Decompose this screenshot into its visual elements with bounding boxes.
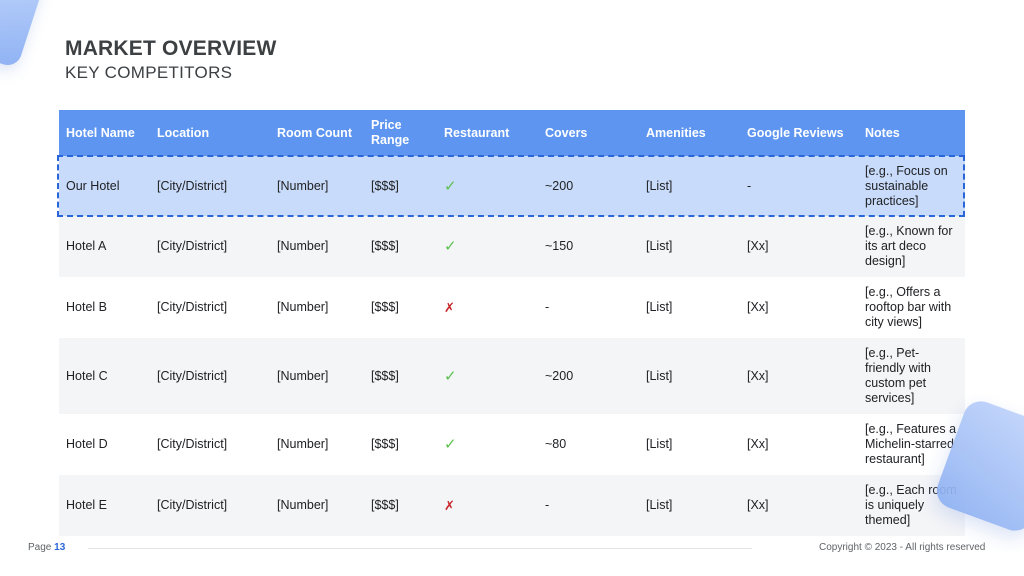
cell-amenities: [List]: [646, 178, 673, 193]
cell-room-count: [Number]: [277, 300, 329, 314]
cell-price-range: [$$$]: [371, 300, 399, 314]
cell-hotel-name: Hotel A: [66, 239, 107, 253]
cell-hotel-name: Hotel B: [66, 300, 107, 314]
cell-covers: ~200: [545, 368, 574, 383]
cell-price-range: [$$$]: [371, 437, 399, 451]
check-icon: ✓: [444, 436, 457, 453]
cell-notes: [e.g., Known for its art deco design]: [865, 224, 953, 268]
cell-google-reviews: [Xx]: [747, 300, 769, 314]
cell-amenities: [List]: [646, 239, 673, 253]
cell-price-range: [$$$]: [371, 368, 399, 383]
decorative-shape-top-left: [0, 0, 48, 69]
cell-covers: -: [545, 498, 550, 512]
cell-google-reviews: [Xx]: [747, 368, 769, 383]
cell-google-reviews: -: [747, 178, 752, 193]
column-header-covers: Covers: [545, 125, 588, 140]
column-header-price-range: Price Range: [371, 118, 410, 147]
cell-hotel-name: Our Hotel: [66, 178, 120, 193]
column-header-hotel-name: Hotel Name: [66, 125, 135, 140]
copyright-text: Copyright © 2023 - All rights reserved: [819, 542, 986, 553]
cell-room-count: [Number]: [277, 239, 329, 253]
cell-google-reviews: [Xx]: [747, 437, 769, 451]
cell-notes: [e.g., Pet-friendly with custom pet serv…: [865, 346, 931, 405]
cell-location: [City/District]: [157, 300, 228, 314]
cell-hotel-name: Hotel D: [66, 437, 108, 451]
cell-price-range: [$$$]: [371, 178, 399, 193]
cell-hotel-name: Hotel C: [66, 368, 108, 383]
cell-location: [City/District]: [157, 239, 228, 253]
cell-price-range: [$$$]: [371, 239, 399, 253]
cell-covers: ~200: [545, 178, 574, 193]
page-number-value: 13: [54, 542, 66, 553]
table-header-row: Hotel Name Location Room Count Price Ran…: [59, 110, 965, 156]
cell-location: [City/District]: [157, 437, 228, 451]
cell-amenities: [List]: [646, 300, 673, 314]
cell-room-count: [Number]: [277, 437, 329, 451]
column-header-restaurant: Restaurant: [444, 125, 510, 140]
page-number: Page 13: [28, 542, 65, 553]
column-header-location: Location: [157, 125, 210, 140]
cell-notes: [e.g., Offers a rooftop bar with city vi…: [865, 285, 952, 329]
cell-google-reviews: [Xx]: [747, 239, 769, 253]
cell-price-range: [$$$]: [371, 498, 399, 512]
check-icon: ✓: [444, 177, 457, 195]
page-subtitle: KEY COMPETITORS: [65, 63, 233, 82]
column-header-google-reviews: Google Reviews: [747, 125, 844, 140]
table-row-hotel-b: Hotel B [City/District] [Number] [$$$] ✗…: [59, 277, 965, 338]
cell-amenities: [List]: [646, 368, 673, 383]
table-row-hotel-c: Hotel C [City/District] [Number] [$$$] ✓…: [59, 338, 965, 414]
column-header-amenities: Amenities: [646, 125, 706, 140]
cross-icon: ✗: [444, 300, 455, 315]
cell-notes: [e.g., Focus on sustainable practices]: [865, 163, 948, 208]
check-icon: ✓: [444, 367, 457, 385]
table-row-hotel-a: Hotel A [City/District] [Number] [$$$] ✓…: [59, 216, 965, 277]
column-header-notes: Notes: [865, 125, 900, 140]
table-row-hotel-e: Hotel E [City/District] [Number] [$$$] ✗…: [59, 475, 965, 536]
cell-amenities: [List]: [646, 498, 673, 512]
cell-covers: -: [545, 300, 550, 314]
cell-covers: ~150: [545, 239, 574, 253]
table-row-our-hotel: Our Hotel [City/District] [Number] [$$$]…: [59, 156, 965, 216]
cell-room-count: [Number]: [277, 368, 329, 383]
footer-divider: [88, 548, 752, 549]
competitors-table: Hotel Name Location Room Count Price Ran…: [59, 110, 965, 536]
column-header-room-count: Room Count: [277, 125, 352, 140]
page-label: Page: [28, 542, 52, 553]
page-title: MARKET OVERVIEW: [65, 37, 277, 60]
cell-hotel-name: Hotel E: [66, 498, 107, 512]
cross-icon: ✗: [444, 498, 455, 513]
cell-covers: ~80: [545, 437, 567, 451]
check-icon: ✓: [444, 238, 457, 255]
cell-google-reviews: [Xx]: [747, 498, 769, 512]
cell-location: [City/District]: [157, 368, 228, 383]
cell-room-count: [Number]: [277, 178, 329, 193]
cell-room-count: [Number]: [277, 498, 329, 512]
cell-location: [City/District]: [157, 498, 228, 512]
cell-location: [City/District]: [157, 178, 228, 193]
cell-amenities: [List]: [646, 437, 673, 451]
table-row-hotel-d: Hotel D [City/District] [Number] [$$$] ✓…: [59, 414, 965, 475]
